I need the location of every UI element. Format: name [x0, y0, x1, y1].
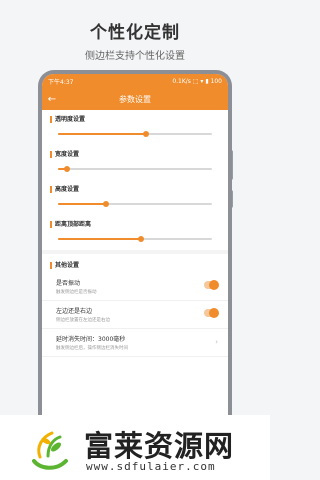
slider-thumb[interactable]	[64, 166, 71, 172]
setting-description: 侧边栏放置在左边还是右边	[56, 318, 110, 323]
slider-label: 高度设置	[50, 186, 220, 193]
setting-title: 是否振动	[56, 280, 81, 287]
slider-track[interactable]	[58, 166, 212, 172]
promo-subtitle: 侧边栏支持个性化设置	[85, 51, 185, 62]
slider-section: 透明度设置	[42, 110, 228, 145]
slider-section: 宽度设置	[42, 145, 228, 180]
slider[interactable]	[50, 193, 220, 215]
slider-fill	[58, 238, 142, 240]
brand-name: 富莱资源网	[84, 429, 235, 463]
setting-title: 延时消失时间：3000毫秒	[56, 336, 126, 343]
slider[interactable]	[50, 228, 220, 250]
setting-item[interactable]: 延时消失时间：3000毫秒 触发侧边栏后，操作侧边栏消失时间 ›	[42, 329, 228, 357]
other-settings-header: 其他设置	[50, 262, 220, 269]
setting-title: 左边还是右边	[56, 308, 93, 315]
leaf-logo-icon	[32, 431, 68, 470]
setting-item[interactable]: 是否振动触发侧边栏是否振动	[42, 273, 228, 301]
status-indicators: 0.1K/s ⬚ ▾ ▮ 100	[172, 77, 222, 85]
slider-fill	[58, 203, 106, 205]
slider-track[interactable]	[58, 131, 212, 137]
slider-label: 距离顶部距离	[50, 221, 220, 228]
slider-thumb[interactable]	[142, 131, 149, 137]
chevron-right-icon: ›	[215, 338, 218, 346]
setting-description: 触发侧边栏是否振动	[56, 290, 97, 295]
slider-label: 宽度设置	[50, 151, 220, 158]
brand-footer: 富莱资源网 www.sdfulaier.com	[0, 415, 270, 480]
toggle-knob	[209, 280, 219, 290]
status-time: 下午4:37	[48, 78, 74, 86]
slider-thumb[interactable]	[138, 236, 145, 242]
setting-item[interactable]: 左边还是右边侧边栏放置在左边还是右边	[42, 301, 228, 329]
slider-thumb[interactable]	[102, 201, 109, 207]
slider-fill	[58, 133, 146, 135]
slider-section: 高度设置	[42, 180, 228, 215]
slider-track[interactable]	[58, 236, 212, 242]
page-title: 参数设置	[119, 94, 151, 104]
app-bar: ← 参数设置	[42, 88, 228, 110]
toggle-switch[interactable]	[204, 308, 219, 318]
setting-description: 触发侧边栏后，操作侧边栏消失时间	[56, 346, 128, 351]
status-bar: 下午4:37 0.1K/s ⬚ ▾ ▮ 100	[42, 74, 228, 88]
slider[interactable]	[50, 158, 220, 180]
phone-frame: 下午4:37 0.1K/s ⬚ ▾ ▮ 100 ← 参数设置 透明度设置宽度设置…	[38, 70, 232, 415]
brand-url[interactable]: www.sdfulaier.com	[86, 460, 216, 473]
slider-label: 透明度设置	[50, 116, 220, 123]
settings-content: 透明度设置 宽度设置 高度设置 距离顶部距离 其他设置 是否振动 触发侧边栏是否振动 左边…	[42, 110, 228, 357]
toggle-knob	[209, 308, 219, 318]
promo-title: 个性化定制	[90, 23, 180, 43]
slider-track[interactable]	[58, 201, 212, 207]
slider[interactable]	[50, 123, 220, 145]
slider-section: 距离顶部距离	[42, 215, 228, 250]
toggle-switch[interactable]	[204, 280, 219, 290]
